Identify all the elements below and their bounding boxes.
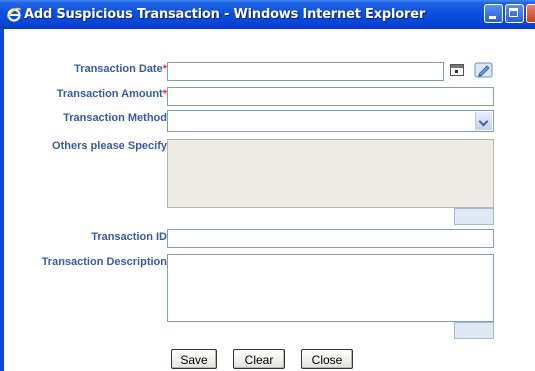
calendar-icon[interactable] (450, 64, 464, 76)
transaction-amount-label: Transaction Amount* (57, 88, 167, 100)
transaction-method-label: Transaction Method (63, 112, 167, 124)
others-specify-textarea (167, 139, 494, 208)
transaction-amount-label-text: Transaction Amount (56, 88, 163, 100)
transaction-description-char-counter (454, 322, 494, 339)
chevron-down-icon[interactable] (475, 112, 492, 130)
window-title: Add Suspicious Transaction - Windows Int… (24, 7, 426, 22)
others-specify-char-counter (454, 208, 494, 225)
transaction-date-label: Transaction Date* (74, 63, 167, 75)
transaction-id-label-text: Transaction ID (91, 231, 167, 243)
transaction-method-label-text: Transaction Method (63, 112, 167, 124)
close-window-button[interactable] (526, 4, 535, 23)
transaction-method-select[interactable] (167, 110, 494, 132)
transaction-description-label: Transaction Description (42, 256, 167, 268)
transaction-date-input[interactable] (167, 62, 444, 81)
minimize-button[interactable] (484, 4, 503, 23)
edit-pencil-icon[interactable] (474, 62, 494, 78)
clear-button[interactable]: Clear (233, 349, 285, 369)
transaction-id-label: Transaction ID (91, 231, 167, 243)
transaction-id-input[interactable] (167, 229, 494, 248)
others-specify-label: Others please Specify (52, 140, 167, 152)
transaction-description-label-text: Transaction Description (41, 256, 167, 268)
others-specify-label-text: Others please Specify (52, 140, 167, 152)
close-button[interactable]: Close (301, 349, 353, 369)
transaction-date-label-text: Transaction Date (74, 63, 163, 75)
window-frame-left (0, 29, 4, 371)
save-button[interactable]: Save (171, 349, 217, 369)
maximize-button[interactable] (505, 4, 524, 23)
internet-explorer-icon (7, 7, 21, 22)
transaction-amount-input[interactable] (167, 87, 494, 106)
window-titlebar[interactable]: Add Suspicious Transaction - Windows Int… (0, 0, 535, 29)
transaction-description-textarea[interactable] (167, 254, 494, 322)
